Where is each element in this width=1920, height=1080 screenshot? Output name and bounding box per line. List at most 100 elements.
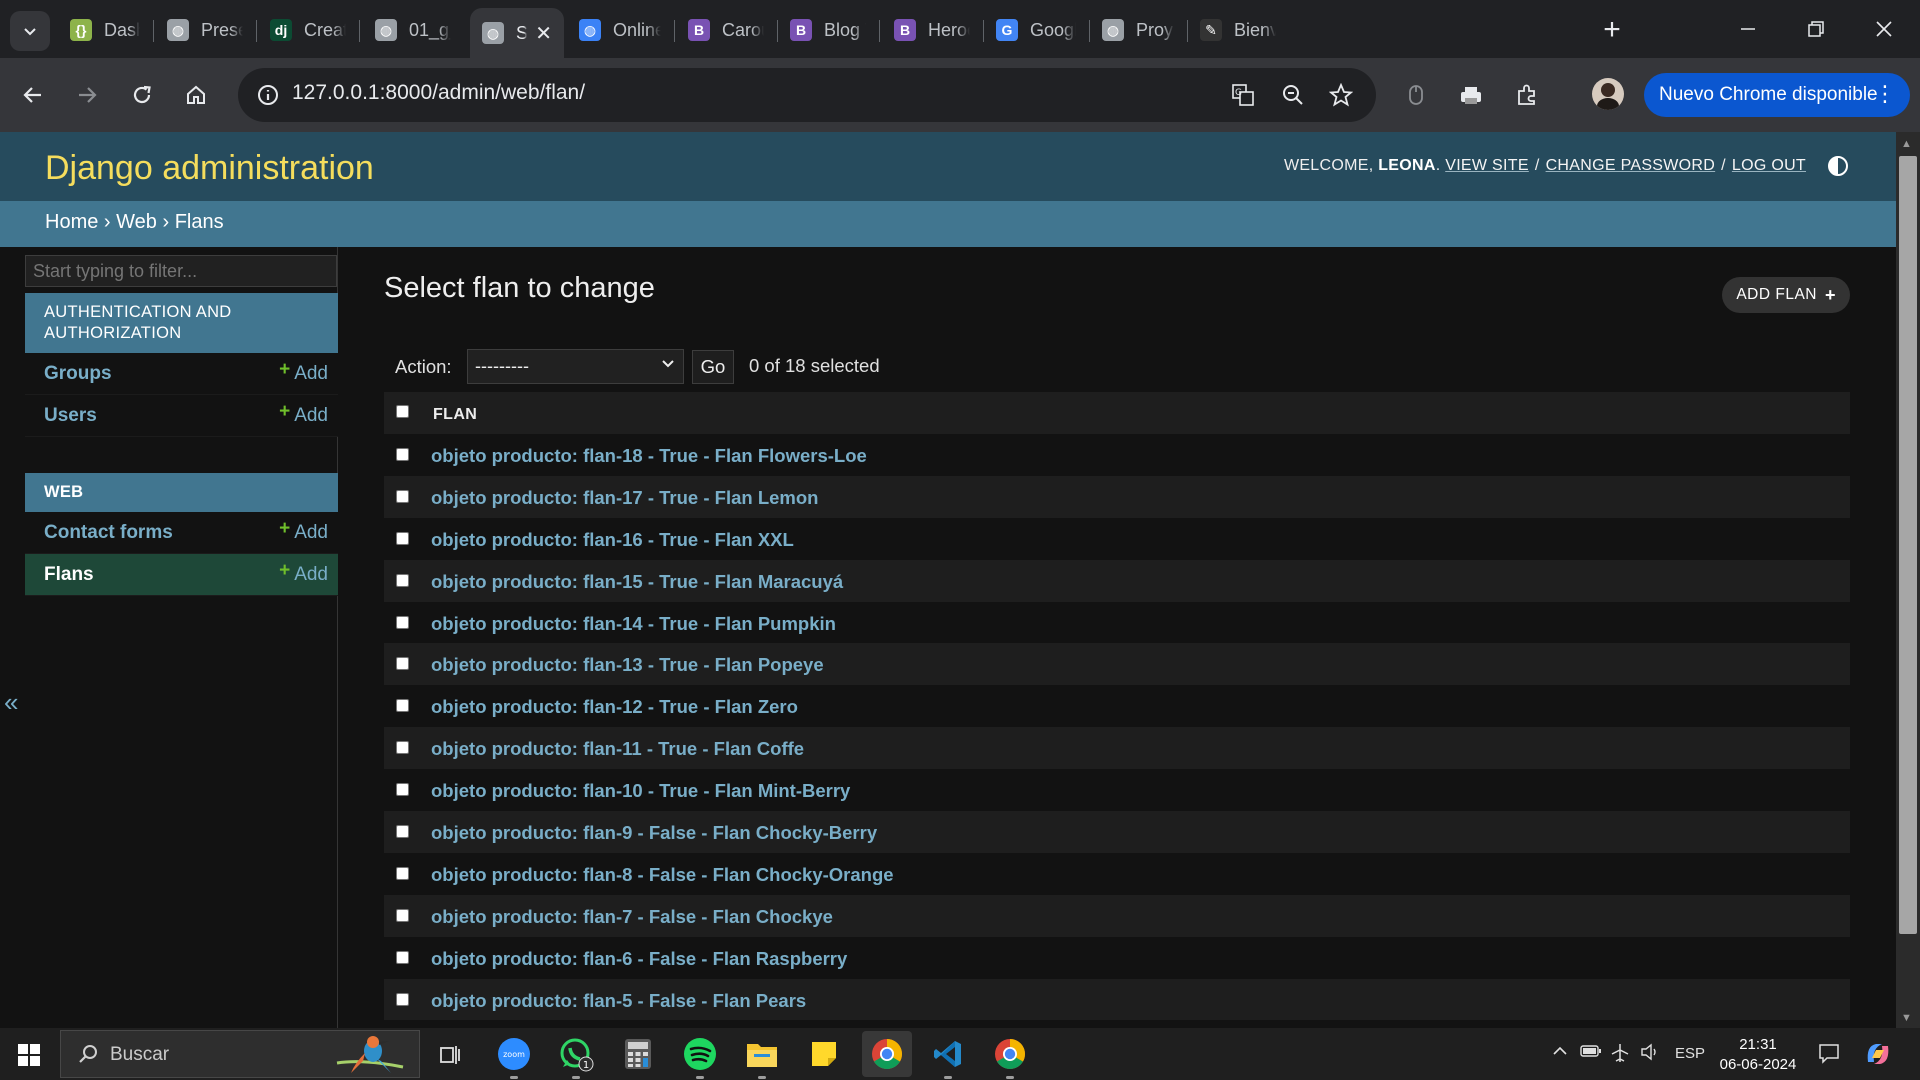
browser-tab[interactable]: ◍ Online xyxy=(567,8,673,52)
browser-tab[interactable]: G Google xyxy=(984,8,1088,52)
extensions-puzzle-icon[interactable] xyxy=(1511,79,1543,111)
flan-link[interactable]: objeto producto: flan-7 - False - Flan C… xyxy=(431,906,833,928)
flan-link[interactable]: objeto producto: flan-11 - True - Flan C… xyxy=(431,738,804,760)
browser-tab[interactable]: B Carous xyxy=(676,8,776,52)
language-indicator[interactable]: ESP xyxy=(1675,1045,1705,1062)
browser-tab[interactable]: ◍ Proyect xyxy=(1090,8,1186,52)
scrollbar-thumb[interactable] xyxy=(1899,156,1917,934)
chrome-icon[interactable] xyxy=(992,1036,1028,1079)
scroll-up-icon[interactable]: ▲ xyxy=(1901,138,1912,150)
breadcrumb-web[interactable]: Web xyxy=(116,211,157,233)
home-button[interactable] xyxy=(176,75,216,115)
breadcrumb-home[interactable]: Home xyxy=(45,211,98,233)
whatsapp-icon[interactable]: 1 xyxy=(558,1036,594,1079)
sidebar-item-groups[interactable]: Groups + Add xyxy=(25,353,338,395)
add-users-link[interactable]: + Add xyxy=(279,401,328,427)
add-contact-forms-link[interactable]: + Add xyxy=(279,518,328,544)
mouse-extension-icon[interactable] xyxy=(1400,79,1432,111)
change-password-link[interactable]: CHANGE PASSWORD xyxy=(1546,157,1716,175)
back-button[interactable] xyxy=(13,75,53,115)
notifications-icon[interactable] xyxy=(1818,1042,1840,1069)
vscode-icon[interactable] xyxy=(930,1036,966,1079)
spotify-icon[interactable] xyxy=(682,1036,718,1079)
new-tab-button[interactable]: + xyxy=(1594,12,1630,48)
flan-link[interactable]: objeto producto: flan-8 - False - Flan C… xyxy=(431,864,894,886)
go-button[interactable]: Go xyxy=(692,350,734,384)
sidebar-item-contact-forms[interactable]: Contact forms + Add xyxy=(25,512,338,554)
browser-tab[interactable]: ✎ Bienven xyxy=(1188,8,1288,52)
chrome-icon[interactable] xyxy=(862,1031,912,1077)
flan-link[interactable]: objeto producto: flan-15 - True - Flan M… xyxy=(431,571,843,593)
flan-link[interactable]: objeto producto: flan-6 - False - Flan R… xyxy=(431,948,847,970)
airplane-mode-icon[interactable] xyxy=(1610,1043,1630,1068)
zoom-magnifier-icon[interactable] xyxy=(1278,80,1308,110)
flan-link[interactable]: objeto producto: flan-5 - False - Flan P… xyxy=(431,990,806,1012)
browser-tab[interactable]: dj Creating xyxy=(258,8,358,52)
flan-link[interactable]: objeto producto: flan-14 - True - Flan P… xyxy=(431,613,836,635)
site-brand-link[interactable]: Django administration xyxy=(45,149,374,188)
row-checkbox[interactable] xyxy=(396,866,409,880)
battery-icon[interactable] xyxy=(1580,1043,1602,1064)
sidebar-collapse-button[interactable]: « xyxy=(4,687,18,718)
flan-link[interactable]: objeto producto: flan-10 - True - Flan M… xyxy=(431,780,850,802)
forward-button[interactable] xyxy=(67,75,107,115)
browser-tab[interactable]: B Heroes xyxy=(882,8,982,52)
sidebar-item-label[interactable]: Contact forms xyxy=(44,522,173,544)
translate-icon[interactable]: G xyxy=(1228,80,1258,110)
reload-button[interactable] xyxy=(122,75,162,115)
sidebar-item-label[interactable]: Groups xyxy=(44,363,112,385)
row-checkbox[interactable] xyxy=(396,531,409,545)
nav-filter-input[interactable] xyxy=(25,255,337,287)
address-bar[interactable]: 127.0.0.1:8000/admin/web/flan/ G xyxy=(238,68,1376,122)
add-flan-button[interactable]: ADD FLAN + xyxy=(1722,277,1850,313)
row-checkbox[interactable] xyxy=(396,448,409,461)
flan-link[interactable]: objeto producto: flan-13 - True - Flan P… xyxy=(431,654,824,676)
action-select[interactable]: --------- xyxy=(467,349,684,384)
column-header-flan[interactable]: FLAN xyxy=(433,406,477,424)
sticky-notes-icon[interactable] xyxy=(806,1036,842,1072)
sidebar-item-label[interactable]: Flans xyxy=(44,564,94,586)
row-checkbox[interactable] xyxy=(396,992,409,1006)
windows-start-icon[interactable] xyxy=(18,1044,40,1066)
taskbar-search-box[interactable]: Buscar xyxy=(60,1030,420,1078)
site-info-button[interactable] xyxy=(250,77,286,113)
sidebar-item-users[interactable]: Users + Add xyxy=(25,395,338,437)
row-checkbox[interactable] xyxy=(396,950,409,964)
volume-icon[interactable] xyxy=(1640,1043,1660,1066)
row-checkbox[interactable] xyxy=(396,741,409,755)
select-all-checkbox[interactable] xyxy=(396,405,409,418)
flan-link[interactable]: objeto producto: flan-9 - False - Flan C… xyxy=(431,822,877,844)
module-caption[interactable]: AUTHENTICATION AND AUTHORIZATION xyxy=(25,293,338,353)
browser-tab[interactable]: B Blog Te xyxy=(778,8,878,52)
row-checkbox[interactable] xyxy=(396,825,409,839)
browser-tab[interactable]: ◍ 01_g_Le xyxy=(363,8,463,52)
copilot-icon[interactable] xyxy=(1864,1040,1892,1073)
tray-chevron-up-icon[interactable] xyxy=(1552,1043,1568,1064)
zoom-icon[interactable]: zoom xyxy=(496,1036,532,1079)
minimize-button[interactable] xyxy=(1714,0,1782,58)
kebab-menu-icon[interactable]: ⋮ xyxy=(1874,82,1896,106)
bookmark-star-icon[interactable] xyxy=(1326,80,1356,110)
module-caption[interactable]: WEB xyxy=(25,473,338,512)
restore-button[interactable] xyxy=(1782,0,1850,58)
flan-link[interactable]: objeto producto: flan-18 - True - Flan F… xyxy=(431,445,867,467)
browser-tab[interactable]: ◍ Present xyxy=(155,8,255,52)
close-tab-icon[interactable]: ✕ xyxy=(535,21,552,46)
flan-link[interactable]: objeto producto: flan-16 - True - Flan X… xyxy=(431,529,794,551)
browser-tab[interactable]: {} Dashbo xyxy=(58,8,152,52)
sidebar-item-label[interactable]: Users xyxy=(44,405,97,427)
scroll-down-icon[interactable]: ▼ xyxy=(1901,1012,1912,1024)
task-view-icon[interactable] xyxy=(432,1036,468,1072)
add-groups-link[interactable]: + Add xyxy=(279,359,328,385)
row-checkbox[interactable] xyxy=(396,699,409,713)
row-checkbox[interactable] xyxy=(396,783,409,797)
printer-extension-icon[interactable] xyxy=(1455,79,1487,111)
theme-toggle-icon[interactable] xyxy=(1828,156,1848,176)
chrome-update-button[interactable]: Nuevo Chrome disponible ⋮ xyxy=(1644,73,1910,117)
calculator-icon[interactable] xyxy=(620,1036,656,1072)
sidebar-item-flans[interactable]: Flans + Add xyxy=(25,554,338,596)
flan-link[interactable]: objeto producto: flan-12 - True - Flan Z… xyxy=(431,696,798,718)
row-checkbox[interactable] xyxy=(396,489,409,503)
view-site-link[interactable]: VIEW SITE xyxy=(1445,157,1529,175)
page-scrollbar[interactable]: ▲ ▼ xyxy=(1896,132,1920,1028)
